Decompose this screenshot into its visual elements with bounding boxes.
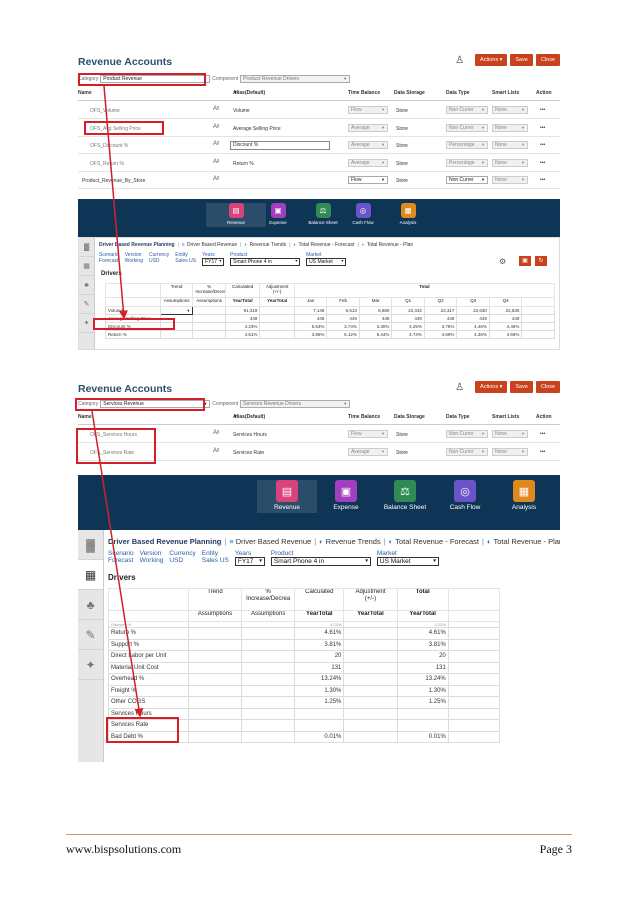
document-page: { "panel1": { "title": "Revenue Accounts… [0,0,638,903]
page-number: Page 3 [539,842,572,856]
arrow-1 [103,85,128,320]
arrow-2 [91,410,144,718]
annotation-arrows [91,85,144,718]
footer-website: www.bispsolutions.com [66,842,182,856]
footer-divider [66,834,572,835]
